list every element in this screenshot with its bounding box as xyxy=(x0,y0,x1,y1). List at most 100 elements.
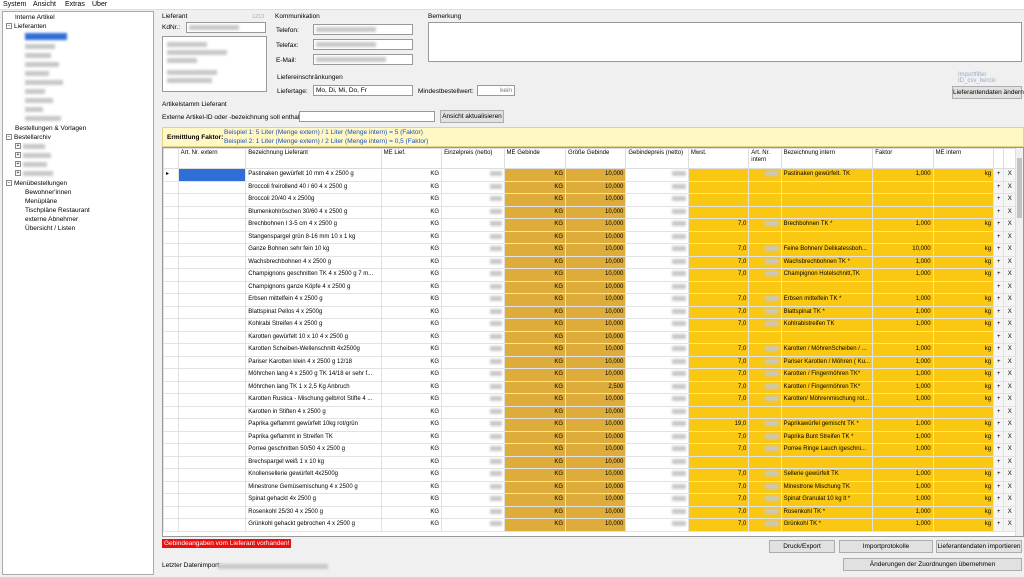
cell-einzelpreis[interactable] xyxy=(441,343,505,357)
cell-bez-int[interactable]: Erbsen mittelfein TK * xyxy=(780,293,874,307)
cell-bez-lief[interactable]: Blumenkohlröschen 30/60 4 x 2500 g xyxy=(245,205,382,219)
cell-groesse[interactable]: 10,000 xyxy=(564,368,627,382)
col-header-art-ext[interactable]: Art. Nr. extern xyxy=(177,148,247,169)
cell-gebindepreis[interactable] xyxy=(625,468,689,482)
col-header-bez-int[interactable]: Bezeichnung intern xyxy=(780,148,874,169)
cell-art-ext[interactable] xyxy=(177,493,247,507)
table-row[interactable]: Möhrchen lang 4 x 2500 g TK 14/18 er seh… xyxy=(163,368,1016,382)
cell-me-lief[interactable]: KG xyxy=(380,518,443,532)
cell-faktor[interactable] xyxy=(872,455,934,469)
cell-faktor[interactable]: 1,000 xyxy=(872,218,934,232)
col-header-faktor[interactable]: Faktor xyxy=(872,148,934,169)
cell-art-int[interactable] xyxy=(748,468,782,482)
cell-me-lief[interactable]: KG xyxy=(380,305,443,319)
row-remove-button[interactable]: X xyxy=(1003,193,1016,207)
cell-groesse[interactable]: 10,000 xyxy=(564,455,627,469)
table-row[interactable]: Wachsbrechbohnen 4 x 2500 g KG KG 10,000 7,0… xyxy=(163,255,1016,269)
cell-einzelpreis[interactable] xyxy=(441,468,505,482)
cell-me-lief[interactable]: KG xyxy=(380,368,443,382)
cell-mwst[interactable] xyxy=(687,230,750,244)
cell-me-gebinde[interactable]: KG xyxy=(503,455,566,469)
tree-item-archive[interactable]: + xyxy=(15,161,47,169)
cell-gebindepreis[interactable] xyxy=(625,418,689,432)
cell-bez-lief[interactable]: Kohlrabi Streifen 4 x 2500 g xyxy=(245,318,382,332)
cell-groesse[interactable]: 10,000 xyxy=(564,255,627,269)
cell-bez-int[interactable]: Paprikawürfel gemischt TK * xyxy=(780,418,874,432)
cell-art-ext[interactable] xyxy=(177,393,247,407)
cell-me-gebinde[interactable]: KG xyxy=(503,405,566,419)
cell-mwst[interactable]: 7,0 xyxy=(687,343,750,357)
cell-gebindepreis[interactable] xyxy=(625,380,689,394)
cell-einzelpreis[interactable] xyxy=(441,280,505,294)
cell-mwst[interactable]: 7,0 xyxy=(687,255,750,269)
cell-art-int[interactable] xyxy=(748,493,782,507)
cell-me-gebinde[interactable]: KG xyxy=(503,305,566,319)
cell-bez-int[interactable]: Minestrone Mischung TK xyxy=(780,480,874,494)
row-remove-button[interactable]: X xyxy=(1003,205,1016,219)
cell-me-gebinde[interactable]: KG xyxy=(503,468,566,482)
cell-groesse[interactable]: 10,000 xyxy=(564,330,627,344)
cell-bez-lief[interactable]: Minestrone Gemüsemischung 4 x 2500 g xyxy=(245,480,382,494)
tree-item-supplier[interactable] xyxy=(25,52,51,60)
lieferantendaten-importieren-button[interactable]: Lieferantendaten importieren xyxy=(936,540,1022,553)
cell-bez-int[interactable]: Feine Bohnen/ Delikatessboh... xyxy=(780,243,874,257)
cell-me-lief[interactable]: KG xyxy=(380,455,443,469)
cell-mwst[interactable]: 7,0 xyxy=(687,380,750,394)
tree-item-supplier[interactable] xyxy=(25,70,49,78)
cell-bez-lief[interactable]: Broccoli 20/40 4 x 2500g xyxy=(245,193,382,207)
row-remove-button[interactable]: X xyxy=(1003,493,1016,507)
cell-art-int[interactable] xyxy=(748,443,782,457)
cell-me-lief[interactable]: KG xyxy=(380,355,443,369)
row-remove-button[interactable]: X xyxy=(1003,505,1016,519)
cell-mwst[interactable]: 19,0 xyxy=(687,418,750,432)
cell-art-int[interactable] xyxy=(748,393,782,407)
cell-gebindepreis[interactable] xyxy=(625,280,689,294)
cell-mwst[interactable]: 7,0 xyxy=(687,318,750,332)
cell-einzelpreis[interactable] xyxy=(441,168,505,182)
cell-bez-int[interactable]: Brechbohnen TK * xyxy=(780,218,874,232)
row-remove-button[interactable]: X xyxy=(1003,468,1016,482)
cell-bez-lief[interactable]: Grünkohl gehackt gebrochen 4 x 2500 g xyxy=(245,518,382,532)
liefertage-field[interactable]: Mo, Di, Mi, Do, Fr xyxy=(313,85,413,96)
cell-bez-lief[interactable]: Brechbohnen I 3-5 cm 4 x 2500 g xyxy=(245,218,382,232)
cell-faktor[interactable]: 1,000 xyxy=(872,318,934,332)
cell-me-gebinde[interactable]: KG xyxy=(503,180,566,194)
row-remove-button[interactable]: X xyxy=(1003,268,1016,282)
cell-einzelpreis[interactable] xyxy=(441,255,505,269)
cell-art-int[interactable] xyxy=(748,368,782,382)
tree-item-uebersicht[interactable]: Übersicht / Listen xyxy=(25,225,75,233)
cell-einzelpreis[interactable] xyxy=(441,393,505,407)
tree-item-tischplaene[interactable]: Tischpläne Restaurant xyxy=(25,207,90,215)
cell-einzelpreis[interactable] xyxy=(441,368,505,382)
table-row[interactable]: Spinat gehackt 4x 2500 g KG KG 10,000 7,0 Spi… xyxy=(163,493,1016,507)
cell-me-gebinde[interactable]: KG xyxy=(503,168,566,182)
cell-faktor[interactable]: 1,000 xyxy=(872,305,934,319)
cell-me-lief[interactable]: KG xyxy=(380,205,443,219)
tree-item-supplier[interactable] xyxy=(25,97,53,105)
cell-art-ext[interactable] xyxy=(177,355,247,369)
cell-faktor[interactable] xyxy=(872,330,934,344)
cell-faktor[interactable] xyxy=(872,230,934,244)
cell-me-gebinde[interactable]: KG xyxy=(503,218,566,232)
cell-bez-int[interactable] xyxy=(780,405,874,419)
cell-bez-int[interactable]: Karotten / Fingermöhren TK* xyxy=(780,380,874,394)
cell-art-ext[interactable] xyxy=(177,318,247,332)
tree-item-supplier[interactable] xyxy=(25,79,63,87)
cell-me-lief[interactable]: KG xyxy=(380,243,443,257)
tree-item-interne-artikel[interactable]: Interne Artikel xyxy=(15,14,55,22)
table-row[interactable]: Paprika geflammt gewürfelt 10kg rot/grün… xyxy=(163,418,1016,432)
row-add-button[interactable]: + xyxy=(993,393,1005,407)
row-remove-button[interactable]: X xyxy=(1003,230,1016,244)
cell-groesse[interactable]: 10,000 xyxy=(564,355,627,369)
cell-faktor[interactable]: 1,000 xyxy=(872,418,934,432)
cell-faktor[interactable] xyxy=(872,180,934,194)
cell-me-lief[interactable]: KG xyxy=(380,180,443,194)
cell-groesse[interactable]: 10,000 xyxy=(564,493,627,507)
cell-me-int[interactable]: kg xyxy=(932,343,995,357)
cell-gebindepreis[interactable] xyxy=(625,268,689,282)
row-add-button[interactable]: + xyxy=(993,168,1005,182)
row-add-button[interactable]: + xyxy=(993,343,1005,357)
cell-me-int[interactable]: kg xyxy=(932,168,995,182)
cell-mwst[interactable] xyxy=(687,455,750,469)
cell-me-int[interactable]: kg xyxy=(932,268,995,282)
